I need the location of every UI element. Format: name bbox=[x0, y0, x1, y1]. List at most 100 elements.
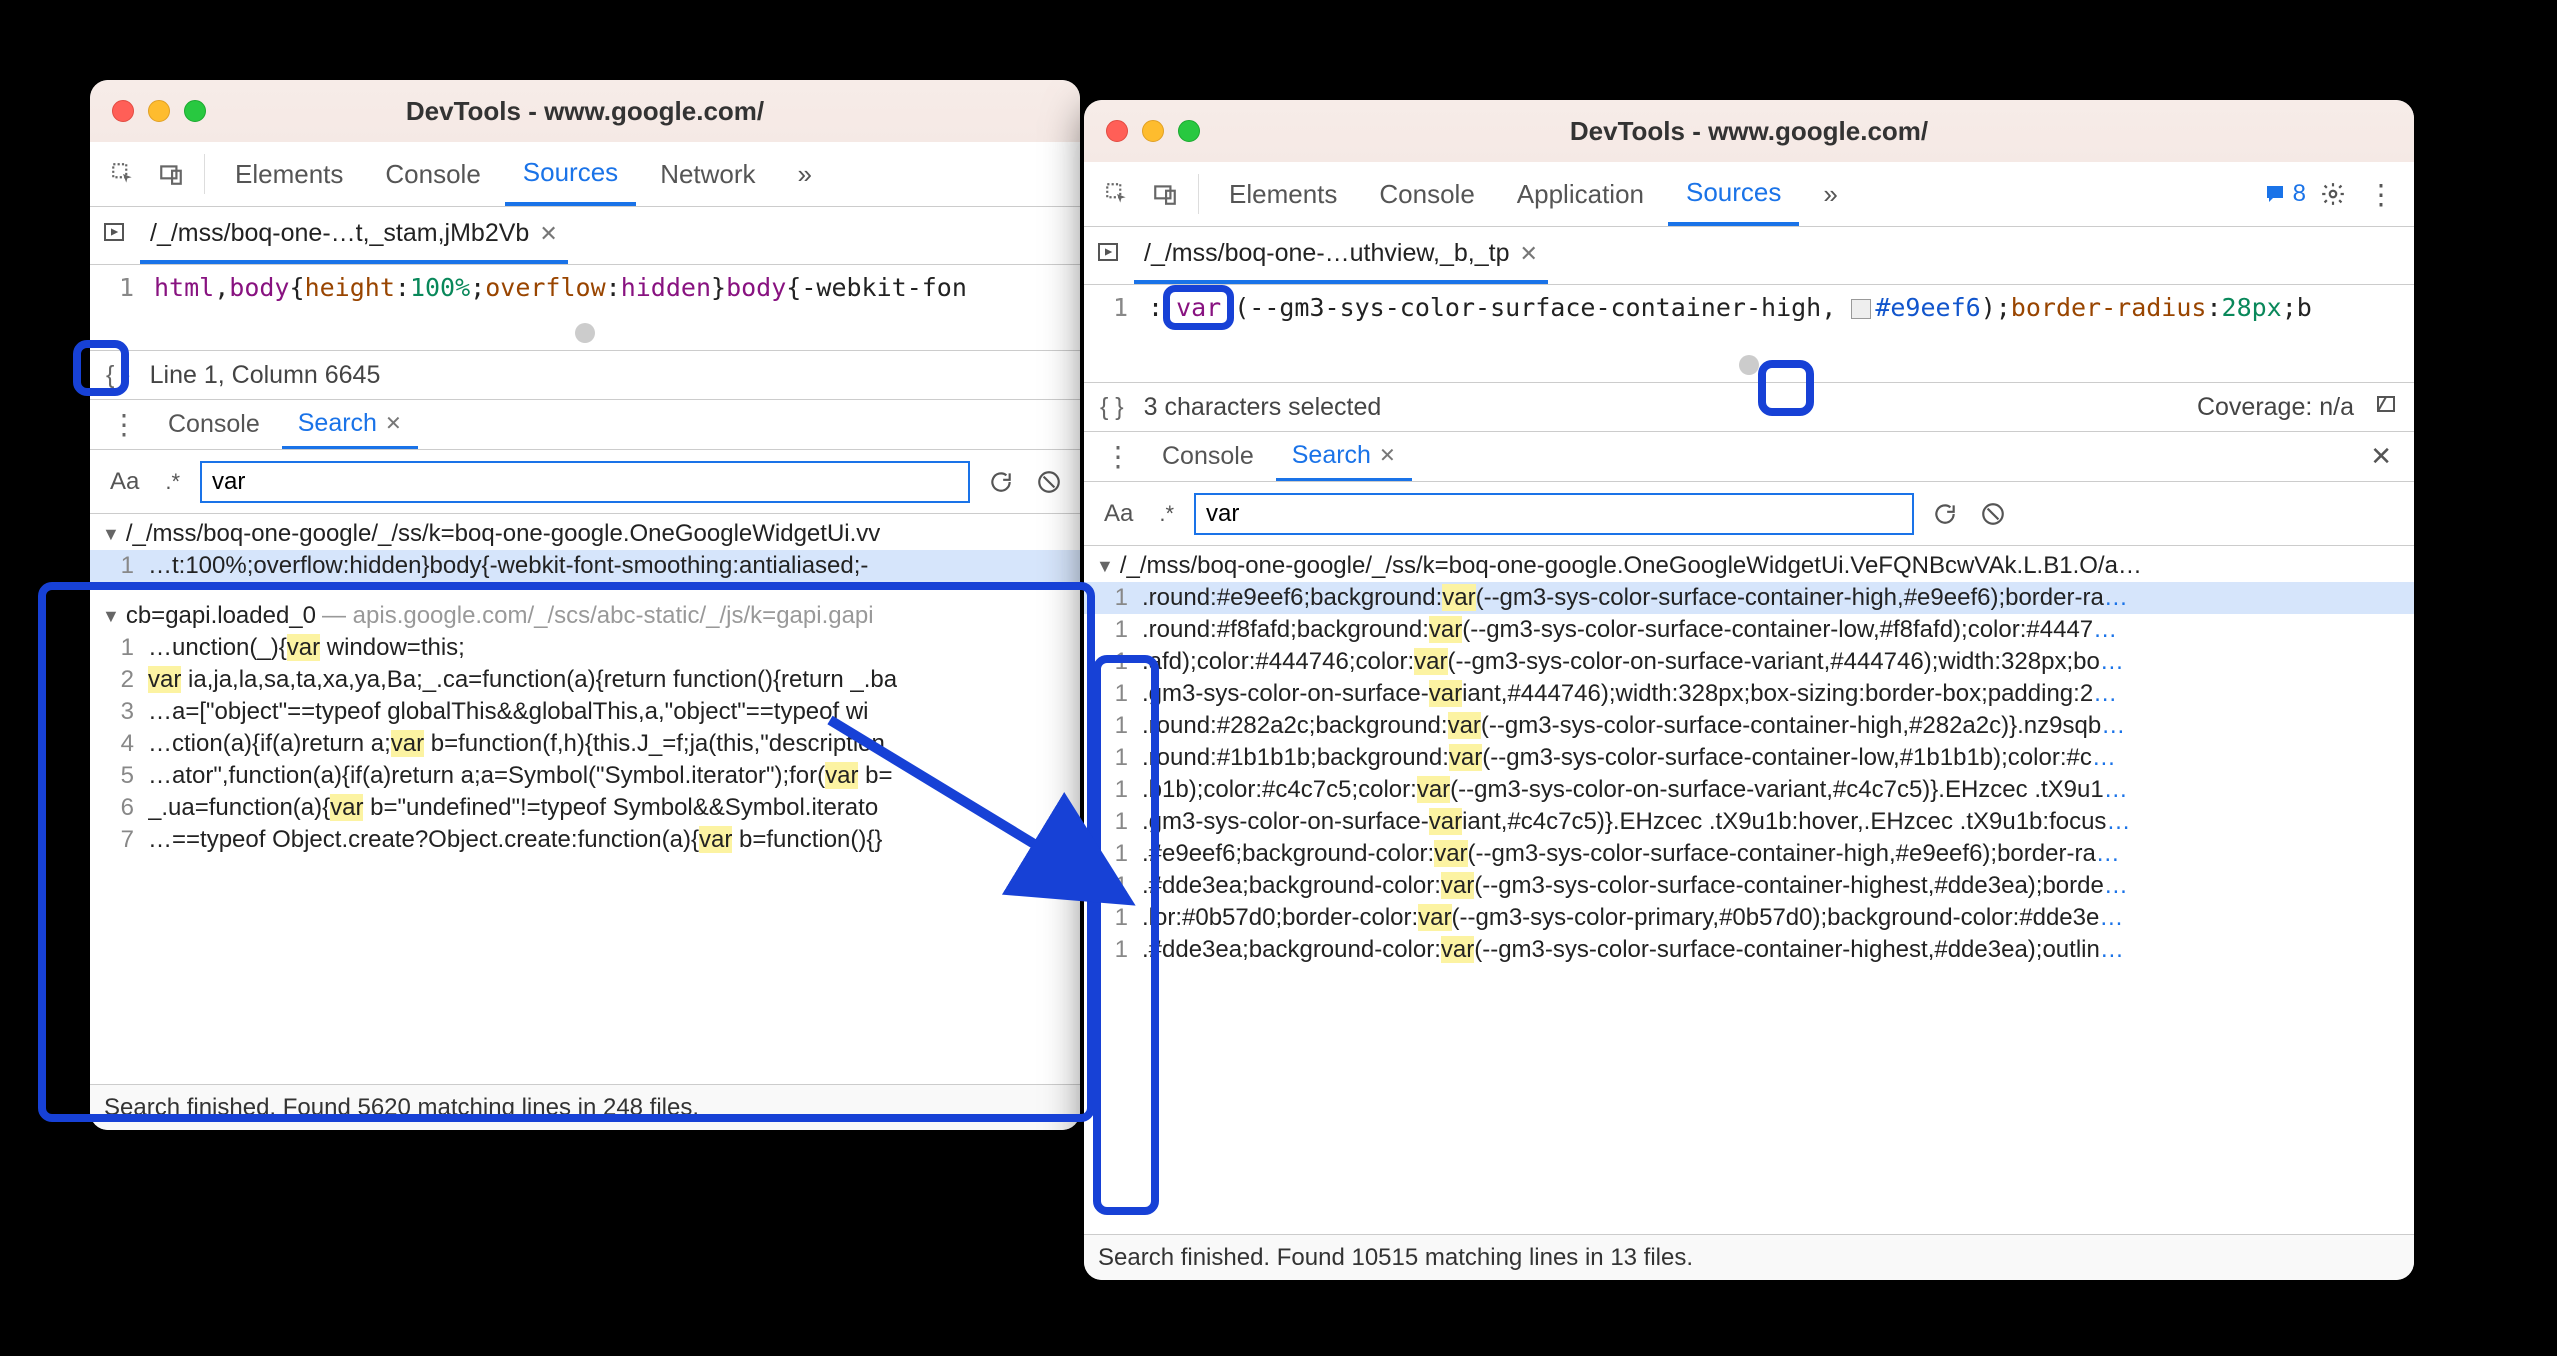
navigator-toggle-icon[interactable] bbox=[1096, 240, 1120, 271]
regex-button[interactable]: .* bbox=[159, 467, 186, 497]
close-drawer-tab-icon[interactable]: ✕ bbox=[1379, 443, 1396, 468]
tab-sources[interactable]: Sources bbox=[1668, 162, 1799, 226]
result-line-text: .round:#282a2c;background:var(--gm3-sys-… bbox=[1142, 712, 2125, 740]
result-line-text: .afd);color:#444746;color:var(--gm3-sys-… bbox=[1142, 648, 2124, 676]
tab-application[interactable]: Application bbox=[1499, 162, 1662, 226]
close-file-icon[interactable]: ✕ bbox=[539, 221, 557, 247]
code-editor[interactable]: 1 :var(--gm3-sys-color-surface-container… bbox=[1084, 285, 2414, 348]
clear-icon[interactable] bbox=[1032, 465, 1066, 499]
titlebar[interactable]: DevTools - www.google.com/ bbox=[1084, 100, 2414, 162]
refresh-icon[interactable] bbox=[984, 465, 1018, 499]
result-line[interactable]: 6_.ua=function(a){var b="undefined"!=typ… bbox=[90, 792, 1080, 824]
result-line[interactable]: 5…ator",function(a){if(a)return a;a=Symb… bbox=[90, 760, 1080, 792]
match-case-button[interactable]: Aa bbox=[104, 466, 145, 498]
tab-sources[interactable]: Sources bbox=[505, 142, 636, 206]
result-line-number: 7 bbox=[102, 826, 148, 854]
devtools-window-left: DevTools - www.google.com/ Elements Cons… bbox=[90, 80, 1080, 1130]
navigator-toggle-icon[interactable] bbox=[102, 220, 126, 251]
close-drawer-tab-icon[interactable]: ✕ bbox=[385, 411, 402, 436]
result-line[interactable]: 1.#dde3ea;background-color:var(--gm3-sys… bbox=[1084, 870, 2414, 902]
result-line[interactable]: 1.afd);color:#444746;color:var(--gm3-sys… bbox=[1084, 646, 2414, 678]
result-group[interactable]: ▼ /_/mss/boq-one-google/_/ss/k=boq-one-g… bbox=[1084, 546, 2414, 582]
regex-button[interactable]: .* bbox=[1153, 499, 1180, 529]
disclosure-icon[interactable]: ▼ bbox=[1096, 556, 1114, 577]
result-line-text: .#dde3ea;background-color:var(--gm3-sys-… bbox=[1142, 872, 2128, 900]
device-toolbar-icon[interactable] bbox=[150, 153, 192, 195]
messages-count: 8 bbox=[2293, 180, 2306, 208]
clear-icon[interactable] bbox=[1976, 497, 2010, 531]
result-line[interactable]: 1.gm3-sys-color-on-surface-variant,#4447… bbox=[1084, 678, 2414, 710]
result-line[interactable]: 1.#dde3ea;background-color:var(--gm3-sys… bbox=[1084, 934, 2414, 966]
minimize-window-button[interactable] bbox=[148, 100, 170, 122]
result-line-number: 2 bbox=[102, 666, 148, 694]
close-file-icon[interactable]: ✕ bbox=[1519, 241, 1537, 267]
result-line[interactable]: 1…unction(_){var window=this; bbox=[90, 632, 1080, 664]
pretty-print-icon[interactable]: { } bbox=[1100, 393, 1124, 422]
zoom-window-button[interactable] bbox=[184, 100, 206, 122]
result-line[interactable]: 2var ia,ja,la,sa,ta,xa,ya,Ba;_.ca=functi… bbox=[90, 664, 1080, 696]
result-line[interactable]: 1.b1b);color:#c4c7c5;color:var(--gm3-sys… bbox=[1084, 774, 2414, 806]
drawer-menu-icon[interactable]: ⋮ bbox=[102, 408, 146, 441]
zoom-window-button[interactable] bbox=[1178, 120, 1200, 142]
tabs-overflow[interactable]: » bbox=[1805, 162, 1855, 226]
minimize-window-button[interactable] bbox=[1142, 120, 1164, 142]
tabs-overflow[interactable]: » bbox=[780, 142, 830, 206]
drawer-tab-search[interactable]: Search✕ bbox=[1276, 432, 1412, 481]
drawer-tab-console[interactable]: Console bbox=[1146, 432, 1270, 481]
messages-badge[interactable]: 8 bbox=[2263, 180, 2306, 208]
close-window-button[interactable] bbox=[112, 100, 134, 122]
device-toolbar-icon[interactable] bbox=[1144, 173, 1186, 215]
result-line-number: 1 bbox=[1096, 904, 1142, 932]
result-group[interactable]: ▼ /_/mss/boq-one-google/_/ss/k=boq-one-g… bbox=[90, 514, 1080, 550]
result-line[interactable]: 1.gm3-sys-color-on-surface-variant,#c4c7… bbox=[1084, 806, 2414, 838]
file-tab[interactable]: /_/mss/boq-one-…t,_stam,jMb2Vb ✕ bbox=[140, 207, 568, 264]
code-line[interactable]: html,body{height:100%;overflow:hidden}bo… bbox=[146, 273, 967, 302]
file-tab[interactable]: /_/mss/boq-one-…uthview,_b,_tp ✕ bbox=[1134, 227, 1548, 284]
cursor-position: Line 1, Column 6645 bbox=[150, 361, 381, 390]
result-line[interactable]: 7…==typeof Object.create?Object.create:f… bbox=[90, 824, 1080, 856]
more-menu-icon[interactable]: ⋮ bbox=[2360, 173, 2402, 215]
tab-console[interactable]: Console bbox=[1361, 162, 1492, 226]
tab-console[interactable]: Console bbox=[367, 142, 498, 206]
pretty-print-icon[interactable]: { } bbox=[106, 361, 130, 390]
tab-elements[interactable]: Elements bbox=[1211, 162, 1355, 226]
disclosure-icon[interactable]: ▼ bbox=[102, 606, 120, 627]
settings-icon[interactable] bbox=[2312, 173, 2354, 215]
search-input[interactable] bbox=[200, 461, 970, 503]
result-line[interactable]: 1.round:#1b1b1b;background:var(--gm3-sys… bbox=[1084, 742, 2414, 774]
disclosure-icon[interactable]: ▼ bbox=[102, 524, 120, 545]
result-line[interactable]: 1.round:#e9eef6;background:var(--gm3-sys… bbox=[1084, 582, 2414, 614]
inspect-icon[interactable] bbox=[1096, 173, 1138, 215]
result-line[interactable]: 1.#e9eef6;background-color:var(--gm3-sys… bbox=[1084, 838, 2414, 870]
match-case-button[interactable]: Aa bbox=[1098, 498, 1139, 530]
result-line-number: 1 bbox=[1096, 840, 1142, 868]
result-line[interactable]: 1…t:100%;overflow:hidden}body{-webkit-fo… bbox=[90, 550, 1080, 582]
code-line[interactable]: :var(--gm3-sys-color-surface-container-h… bbox=[1140, 293, 2312, 322]
close-drawer-icon[interactable]: ✕ bbox=[2360, 441, 2402, 472]
color-swatch[interactable] bbox=[1851, 299, 1871, 319]
code-editor[interactable]: 1 html,body{height:100%;overflow:hidden}… bbox=[90, 265, 1080, 316]
drawer-tab-search[interactable]: Search✕ bbox=[282, 400, 418, 449]
result-group[interactable]: ▼ cb=gapi.loaded_0 — apis.google.com/_/s… bbox=[90, 596, 1080, 632]
inspect-icon[interactable] bbox=[102, 153, 144, 195]
search-input[interactable] bbox=[1194, 493, 1914, 535]
result-line[interactable]: 1.round:#282a2c;background:var(--gm3-sys… bbox=[1084, 710, 2414, 742]
titlebar[interactable]: DevTools - www.google.com/ bbox=[90, 80, 1080, 142]
search-results[interactable]: ▼ /_/mss/boq-one-google/_/ss/k=boq-one-g… bbox=[90, 514, 1080, 1084]
scroll-indicator[interactable] bbox=[90, 316, 1080, 350]
close-window-button[interactable] bbox=[1106, 120, 1128, 142]
result-line[interactable]: 1.round:#f8fafd;background:var(--gm3-sys… bbox=[1084, 614, 2414, 646]
result-line[interactable]: 4…ction(a){if(a)return a;var b=function(… bbox=[90, 728, 1080, 760]
result-line[interactable]: 3…a=["object"==typeof globalThis&&global… bbox=[90, 696, 1080, 728]
scroll-indicator[interactable] bbox=[1084, 348, 2414, 382]
file-tabs: /_/mss/boq-one-…t,_stam,jMb2Vb ✕ bbox=[90, 207, 1080, 265]
coverage-icon[interactable] bbox=[2374, 392, 2398, 423]
tab-elements[interactable]: Elements bbox=[217, 142, 361, 206]
search-results[interactable]: ▼ /_/mss/boq-one-google/_/ss/k=boq-one-g… bbox=[1084, 546, 2414, 1234]
drawer-tab-console[interactable]: Console bbox=[152, 400, 276, 449]
result-line[interactable]: 1.lor:#0b57d0;border-color:var(--gm3-sys… bbox=[1084, 902, 2414, 934]
tab-network[interactable]: Network bbox=[642, 142, 773, 206]
refresh-icon[interactable] bbox=[1928, 497, 1962, 531]
drawer-menu-icon[interactable]: ⋮ bbox=[1096, 440, 1140, 473]
window-title: DevTools - www.google.com/ bbox=[90, 96, 1080, 127]
